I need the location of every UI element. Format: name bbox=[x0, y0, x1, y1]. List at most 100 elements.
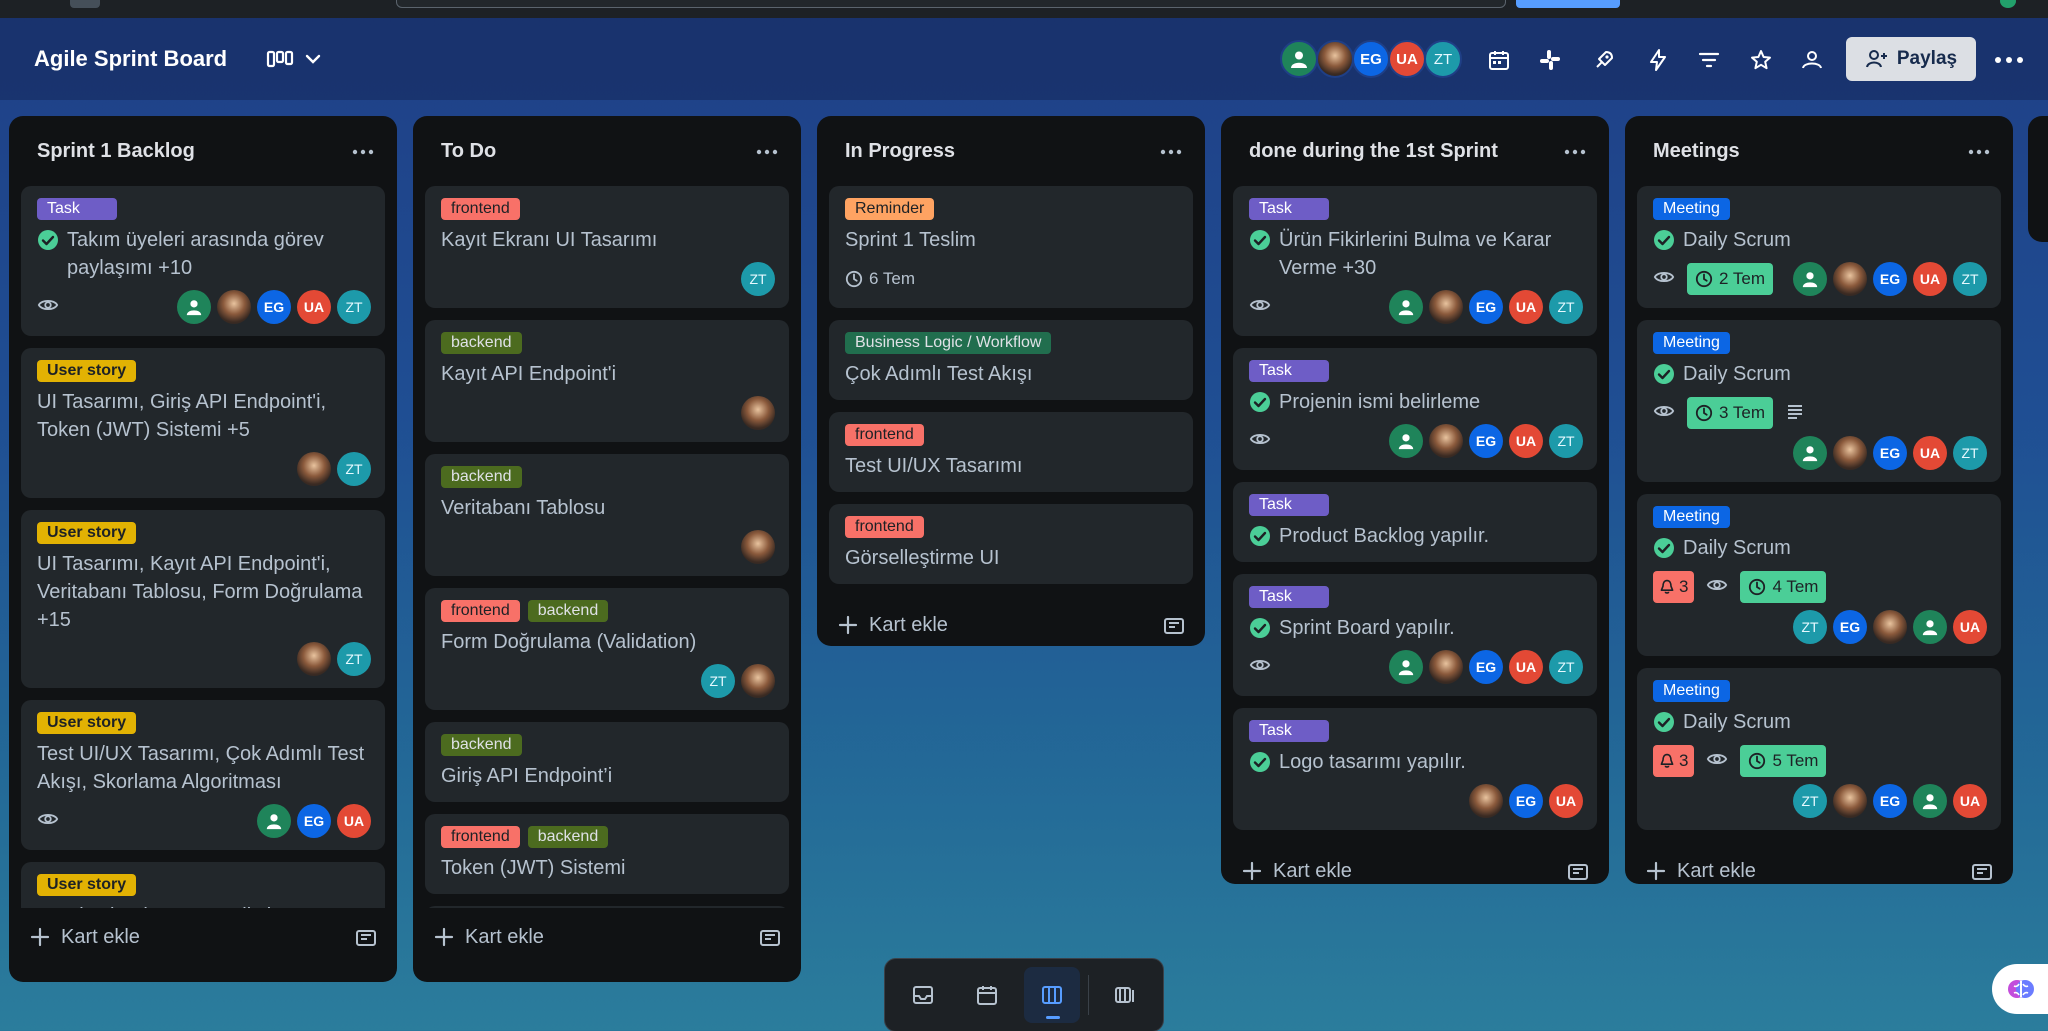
member-avatar[interactable] bbox=[1913, 610, 1947, 644]
member-avatar[interactable] bbox=[741, 664, 775, 698]
member-avatar[interactable] bbox=[741, 530, 775, 564]
member-avatar[interactable] bbox=[1389, 290, 1423, 324]
member-avatar[interactable] bbox=[1389, 650, 1423, 684]
card[interactable]: frontend Test UI/UX Tasarımı bbox=[829, 412, 1193, 492]
due-date-badge[interactable]: 3 Tem bbox=[1687, 397, 1773, 429]
member-avatar[interactable] bbox=[1429, 290, 1463, 324]
card-label[interactable]: User story bbox=[37, 522, 137, 544]
card-label[interactable]: frontend bbox=[441, 826, 520, 848]
member-avatar[interactable]: UA bbox=[1388, 40, 1426, 78]
card[interactable]: Meeting Daily Scrum 3 4 Tem ZT EG UA bbox=[1637, 494, 2001, 656]
member-avatar[interactable]: ZT bbox=[1953, 262, 1987, 296]
card-label[interactable]: User story bbox=[37, 874, 137, 896]
global-search-input[interactable] bbox=[396, 0, 1506, 8]
list-column[interactable]: To Do frontend Kayıt Ekranı UI Tasarımı ZT b… bbox=[413, 116, 801, 982]
card[interactable]: Business Logic / Workflow Çok Adımlı Test… bbox=[829, 320, 1193, 400]
member-avatar[interactable]: EG bbox=[1509, 784, 1543, 818]
automation-icon[interactable] bbox=[1644, 46, 1672, 74]
share-button[interactable]: Paylaş bbox=[1846, 37, 1976, 81]
member-avatar[interactable] bbox=[1793, 436, 1827, 470]
card-label[interactable]: Task bbox=[1249, 198, 1329, 220]
app-switcher[interactable] bbox=[70, 0, 100, 8]
list-column[interactable]: Meetings Meeting Daily Scrum 2 Tem EG UA ZT Mee… bbox=[1625, 116, 2013, 884]
card-label[interactable]: Meeting bbox=[1653, 332, 1730, 354]
card[interactable]: Task Product Backlog yapılır. bbox=[1233, 482, 1597, 562]
card-label[interactable]: Task bbox=[1249, 494, 1329, 516]
member-avatar[interactable]: EG bbox=[1352, 40, 1390, 78]
due-date-badge[interactable]: 2 Tem bbox=[1687, 263, 1773, 295]
member-avatar[interactable] bbox=[1833, 784, 1867, 818]
add-card-button[interactable]: Kart ekle bbox=[1625, 842, 2013, 902]
member-avatar[interactable]: EG bbox=[1469, 424, 1503, 458]
member-avatar[interactable]: EG bbox=[257, 290, 291, 324]
card[interactable]: Meeting Daily Scrum 3 5 Tem ZT EG UA bbox=[1637, 668, 2001, 830]
member-avatar[interactable]: EG bbox=[1873, 436, 1907, 470]
member-avatar[interactable]: ZT bbox=[1549, 424, 1583, 458]
card[interactable]: Task Ürün Fikirlerini Bulma ve Karar Verm… bbox=[1233, 186, 1597, 336]
member-avatar[interactable]: EG bbox=[1469, 290, 1503, 324]
card[interactable]: User story UI Tasarımı, Kayıt API Endpoin… bbox=[21, 510, 385, 688]
card-label[interactable]: Meeting bbox=[1653, 198, 1730, 220]
board-title[interactable]: Agile Sprint Board bbox=[34, 46, 227, 72]
member-avatar[interactable]: ZT bbox=[741, 262, 775, 296]
card-template-icon[interactable] bbox=[1971, 862, 1993, 882]
list-column[interactable]: Sprint 1 Backlog Task Takım üyeleri arasın… bbox=[9, 116, 397, 982]
card-label[interactable]: frontend bbox=[845, 424, 924, 446]
card-label[interactable]: Task bbox=[37, 198, 117, 220]
card[interactable]: frontend Kayıt Ekranı UI Tasarımı ZT bbox=[425, 186, 789, 308]
member-avatar[interactable] bbox=[177, 290, 211, 324]
member-avatar[interactable] bbox=[297, 642, 331, 676]
inbox-button[interactable] bbox=[895, 967, 951, 1023]
star-icon[interactable] bbox=[1747, 46, 1775, 74]
member-avatar[interactable]: ZT bbox=[1793, 610, 1827, 644]
card-label[interactable]: Task bbox=[1249, 586, 1329, 608]
member-avatar[interactable]: ZT bbox=[1424, 40, 1462, 78]
workspace-visibility-icon[interactable] bbox=[1798, 46, 1826, 74]
list-title[interactable]: To Do bbox=[441, 140, 496, 163]
list-column[interactable]: In Progress Reminder Sprint 1 Teslim 6 Tem B… bbox=[817, 116, 1205, 646]
card-template-icon[interactable] bbox=[759, 928, 781, 948]
due-date-badge[interactable]: 6 Tem bbox=[845, 263, 915, 295]
card-label[interactable]: Reminder bbox=[845, 198, 935, 220]
member-avatar[interactable]: UA bbox=[1913, 436, 1947, 470]
member-avatar[interactable]: UA bbox=[1953, 784, 1987, 818]
member-avatar[interactable]: UA bbox=[1509, 424, 1543, 458]
card-label[interactable]: Meeting bbox=[1653, 680, 1730, 702]
switch-boards-button[interactable] bbox=[1097, 967, 1153, 1023]
member-avatar[interactable]: EG bbox=[1873, 262, 1907, 296]
member-avatar[interactable] bbox=[1793, 262, 1827, 296]
ai-assistant-button[interactable] bbox=[1992, 964, 2048, 1014]
card-label[interactable]: backend bbox=[441, 734, 522, 756]
filter-icon[interactable] bbox=[1695, 46, 1723, 74]
member-avatar[interactable]: EG bbox=[1833, 610, 1867, 644]
member-avatar[interactable] bbox=[1913, 784, 1947, 818]
card[interactable]: backend Kayıt API Endpoint'i bbox=[425, 320, 789, 442]
member-avatar[interactable]: ZT bbox=[701, 664, 735, 698]
board-menu-icon[interactable] bbox=[1992, 48, 2026, 72]
board-view-button[interactable] bbox=[1023, 967, 1080, 1023]
card[interactable]: User story UI Tasarımı, Giriş API Endpoin… bbox=[21, 348, 385, 498]
list-menu-icon[interactable] bbox=[1159, 142, 1183, 162]
member-avatar[interactable]: UA bbox=[1913, 262, 1947, 296]
member-avatar[interactable] bbox=[741, 396, 775, 430]
card[interactable]: Task Logo tasarımı yapılır. EG UA bbox=[1233, 708, 1597, 830]
card-label[interactable]: Task bbox=[1249, 360, 1329, 382]
board-members[interactable]: EG UA ZT bbox=[1280, 40, 1462, 80]
card[interactable]: frontend Görselleştirme UI bbox=[829, 504, 1193, 584]
card[interactable]: backend Veritabanı Tablosu bbox=[425, 454, 789, 576]
list-menu-icon[interactable] bbox=[1563, 142, 1587, 162]
add-card-button[interactable]: Kart ekle bbox=[1221, 842, 1609, 902]
card-label[interactable]: Business Logic / Workflow bbox=[845, 332, 1052, 354]
add-card-button[interactable]: Kart ekle bbox=[817, 596, 1205, 656]
list-title[interactable]: done during the 1st Sprint bbox=[1249, 140, 1498, 163]
member-avatar[interactable]: ZT bbox=[1549, 290, 1583, 324]
card-label[interactable]: frontend bbox=[441, 600, 520, 622]
power-ups-icon[interactable] bbox=[1590, 46, 1618, 74]
card-template-icon[interactable] bbox=[355, 928, 377, 948]
card-label[interactable]: User story bbox=[37, 712, 137, 734]
card-label[interactable]: frontend bbox=[845, 516, 924, 538]
list-menu-icon[interactable] bbox=[1967, 142, 1991, 162]
member-avatar[interactable]: EG bbox=[297, 804, 331, 838]
slack-icon[interactable] bbox=[1536, 46, 1564, 74]
member-avatar[interactable] bbox=[1469, 784, 1503, 818]
